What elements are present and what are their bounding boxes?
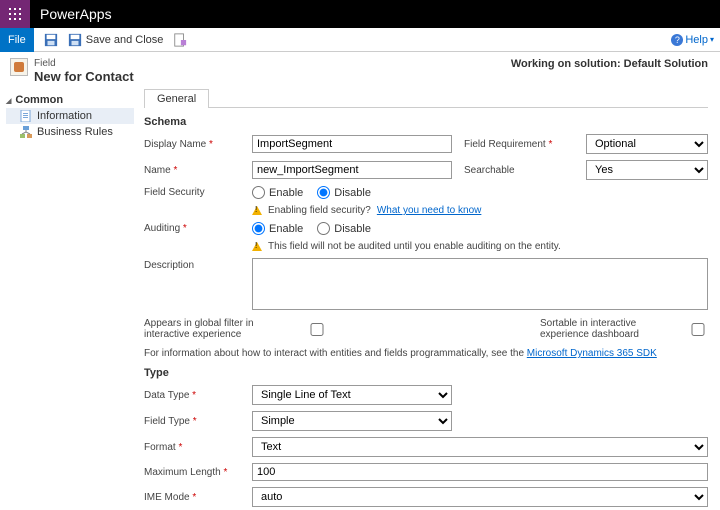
- data-type-select[interactable]: Single Line of Text: [252, 385, 452, 405]
- label-field-type: Field Type: [144, 416, 240, 427]
- warning-icon: [252, 242, 262, 251]
- help-menu[interactable]: ? Help ▾: [671, 34, 714, 46]
- save-and-close-button[interactable]: Save and Close: [68, 33, 164, 47]
- searchable-select[interactable]: Yes: [586, 160, 708, 180]
- section-type: Type: [144, 367, 708, 379]
- auditing-warning: This field will not be audited until you…: [268, 241, 561, 252]
- appears-filter-checkbox[interactable]: [307, 323, 327, 336]
- sortable-dashboard-checkbox[interactable]: [688, 323, 708, 336]
- max-length-input[interactable]: [252, 463, 708, 481]
- rules-icon: [20, 126, 32, 138]
- sidebar-item-label: Information: [37, 110, 92, 122]
- page-title: New for Contact: [34, 69, 134, 84]
- sdk-link[interactable]: Microsoft Dynamics 365 SDK: [527, 348, 657, 359]
- label-name: Name: [144, 165, 240, 176]
- format-select[interactable]: Text: [252, 437, 708, 457]
- page-icon: [173, 33, 187, 47]
- label-display-name: Display Name: [144, 139, 240, 150]
- field-security-enable[interactable]: Enable: [252, 186, 303, 199]
- label-searchable: Searchable: [464, 165, 574, 176]
- sidebar-item-information[interactable]: Information: [6, 108, 134, 124]
- command-bar: File Save and Close ? Help ▾: [0, 28, 720, 52]
- main-panel: General Schema Display Name Field Requir…: [140, 88, 720, 510]
- label-max-length: Maximum Length: [144, 467, 240, 478]
- brand-label: PowerApps: [30, 0, 112, 28]
- sidebar-item-label: Business Rules: [37, 126, 113, 138]
- description-textarea[interactable]: [252, 258, 708, 310]
- warning-icon: [252, 206, 262, 215]
- field-requirement-select[interactable]: Optional: [586, 134, 708, 154]
- label-auditing: Auditing: [144, 223, 240, 234]
- help-label: Help: [685, 34, 708, 46]
- save-button[interactable]: [44, 33, 58, 47]
- label-appears-filter: Appears in global filter in interactive …: [144, 318, 299, 340]
- field-security-link[interactable]: What you need to know: [377, 205, 482, 216]
- section-schema: Schema: [144, 116, 708, 128]
- sdk-info: For information about how to interact wi…: [144, 348, 708, 359]
- properties-button[interactable]: [173, 33, 187, 47]
- auditing-disable[interactable]: Disable: [317, 222, 371, 235]
- auditing-enable[interactable]: Enable: [252, 222, 303, 235]
- tab-row: General: [144, 88, 708, 108]
- app-launcher-button[interactable]: [0, 0, 30, 28]
- tab-general[interactable]: General: [144, 89, 209, 108]
- solution-label: Working on solution: Default Solution: [511, 58, 708, 70]
- file-tab[interactable]: File: [0, 28, 34, 52]
- field-type-select[interactable]: Simple: [252, 411, 452, 431]
- entity-type-label: Field: [34, 58, 134, 69]
- chevron-down-icon: ▾: [710, 35, 714, 44]
- label-format: Format: [144, 442, 240, 453]
- display-name-input[interactable]: [252, 135, 452, 153]
- field-security-warning: Enabling field security?: [268, 205, 371, 216]
- document-icon: [20, 110, 32, 122]
- sidebar-group-common[interactable]: Common: [6, 92, 134, 108]
- floppy-close-icon: [68, 33, 82, 47]
- help-icon: ?: [671, 34, 683, 46]
- save-and-close-label: Save and Close: [86, 34, 164, 46]
- floppy-icon: [44, 33, 58, 47]
- ime-mode-select[interactable]: auto: [252, 487, 708, 507]
- page-header: Field New for Contact Working on solutio…: [0, 52, 720, 88]
- label-description: Description: [144, 258, 240, 271]
- label-field-requirement: Field Requirement: [464, 139, 574, 150]
- label-sortable-dashboard: Sortable in interactive experience dashb…: [540, 318, 680, 340]
- name-input[interactable]: [252, 161, 452, 179]
- sidebar-item-business-rules[interactable]: Business Rules: [6, 124, 134, 140]
- field-security-disable[interactable]: Disable: [317, 186, 371, 199]
- label-ime-mode: IME Mode: [144, 492, 240, 503]
- entity-icon: [10, 58, 28, 76]
- label-field-security: Field Security: [144, 187, 240, 198]
- sidebar: Common Information Business Rules: [0, 88, 140, 510]
- label-data-type: Data Type: [144, 390, 240, 401]
- waffle-icon: [9, 8, 21, 20]
- top-bar: PowerApps: [0, 0, 720, 28]
